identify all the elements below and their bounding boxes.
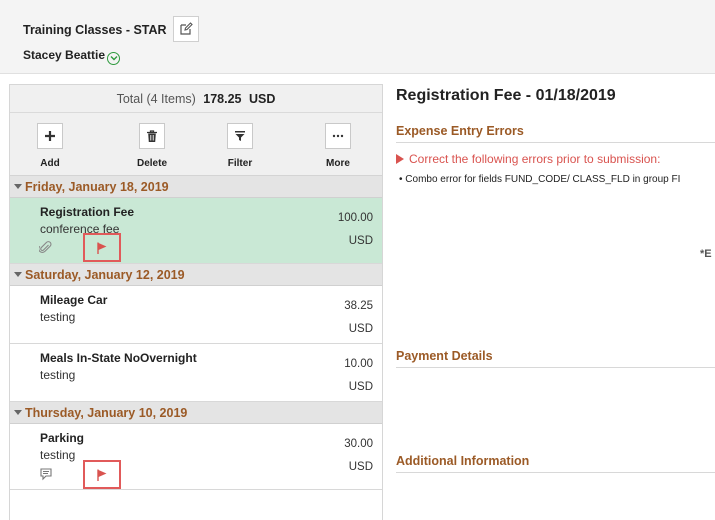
expense-name: Mileage Car (40, 293, 108, 307)
edit-icon (180, 22, 193, 35)
chevron-down-icon[interactable] (107, 51, 121, 65)
expense-name: Meals In-State NoOvernight (40, 351, 197, 365)
expense-amount: 38.25 (344, 300, 373, 312)
expense-amount: 10.00 (344, 358, 373, 370)
filter-label: Filter (227, 158, 253, 169)
page-header: Training Classes - STAR Stacey Beattie (0, 0, 715, 74)
receipt-comment-icon[interactable] (39, 467, 53, 484)
error-flag-highlight[interactable] (83, 460, 121, 489)
expense-row-parking[interactable]: Parking testing 30.00 USD (10, 424, 382, 490)
expense-name: Registration Fee (40, 205, 135, 219)
expense-description: testing (40, 448, 76, 462)
list-toolbar: Add Delete Filter More (10, 113, 382, 176)
expense-row-registration-fee[interactable]: Registration Fee conference fee 100.00 U… (10, 198, 382, 264)
total-summary: Total (4 Items) 178.25 USD (10, 85, 382, 113)
error-message: Correct the following errors prior to su… (396, 152, 660, 166)
flag-icon (97, 469, 107, 481)
more-icon (332, 134, 344, 138)
report-title: Training Classes - STAR (23, 23, 167, 37)
total-amount: 178.25 (203, 92, 242, 106)
user-name: Stacey Beattie (23, 48, 106, 62)
expense-currency: USD (348, 235, 373, 247)
date-group-header[interactable]: Friday, January 18, 2019 (10, 176, 382, 198)
more-label: More (326, 158, 350, 169)
date-group-header[interactable]: Thursday, January 10, 2019 (10, 402, 382, 424)
filter-button[interactable]: Filter (210, 123, 270, 169)
delete-button[interactable]: Delete (122, 123, 182, 169)
total-label: Total (4 Items) (116, 92, 196, 106)
user-selector[interactable]: Stacey Beattie (23, 48, 121, 65)
more-button[interactable]: More (308, 123, 368, 169)
required-field-marker: *E (700, 248, 712, 260)
plus-icon (45, 131, 55, 141)
expense-name: Parking (40, 431, 85, 445)
errors-section-heading: Expense Entry Errors (396, 124, 715, 143)
collapse-triangle-icon (14, 410, 22, 415)
expense-row-mileage-car[interactable]: Mileage Car testing 38.25 USD (10, 286, 382, 344)
date-group-header[interactable]: Saturday, January 12, 2019 (10, 264, 382, 286)
expense-currency: USD (348, 323, 373, 335)
expense-detail-panel: Registration Fee - 01/18/2019 Expense En… (396, 84, 715, 520)
flag-icon (97, 242, 107, 254)
add-button[interactable]: Add (20, 123, 80, 169)
expense-list-panel: Total (4 Items) 178.25 USD Add Delete Fi… (9, 84, 383, 520)
error-arrow-icon (396, 154, 404, 164)
error-list-item: • Combo error for fields FUND_CODE/ CLAS… (399, 174, 681, 185)
delete-label: Delete (136, 158, 167, 169)
filter-icon (235, 131, 245, 141)
expense-description: testing (40, 368, 76, 382)
expense-amount: 30.00 (344, 438, 373, 450)
expense-amount: 100.00 (337, 212, 373, 224)
expense-currency: USD (348, 461, 373, 473)
attachment-icon[interactable] (38, 241, 52, 257)
additional-information-heading[interactable]: Additional Information (396, 454, 715, 473)
collapse-triangle-icon (14, 272, 22, 277)
total-currency: USD (248, 92, 276, 106)
add-label: Add (40, 158, 60, 169)
trash-icon (147, 129, 157, 142)
edit-title-button[interactable] (173, 16, 199, 42)
expense-row-meals[interactable]: Meals In-State NoOvernight testing 10.00… (10, 344, 382, 402)
payment-details-heading[interactable]: Payment Details (396, 349, 715, 368)
expense-description: testing (40, 310, 76, 324)
collapse-triangle-icon (14, 184, 22, 189)
detail-title: Registration Fee - 01/18/2019 (396, 87, 616, 104)
error-flag-highlight[interactable] (83, 233, 121, 262)
expense-currency: USD (348, 381, 373, 393)
